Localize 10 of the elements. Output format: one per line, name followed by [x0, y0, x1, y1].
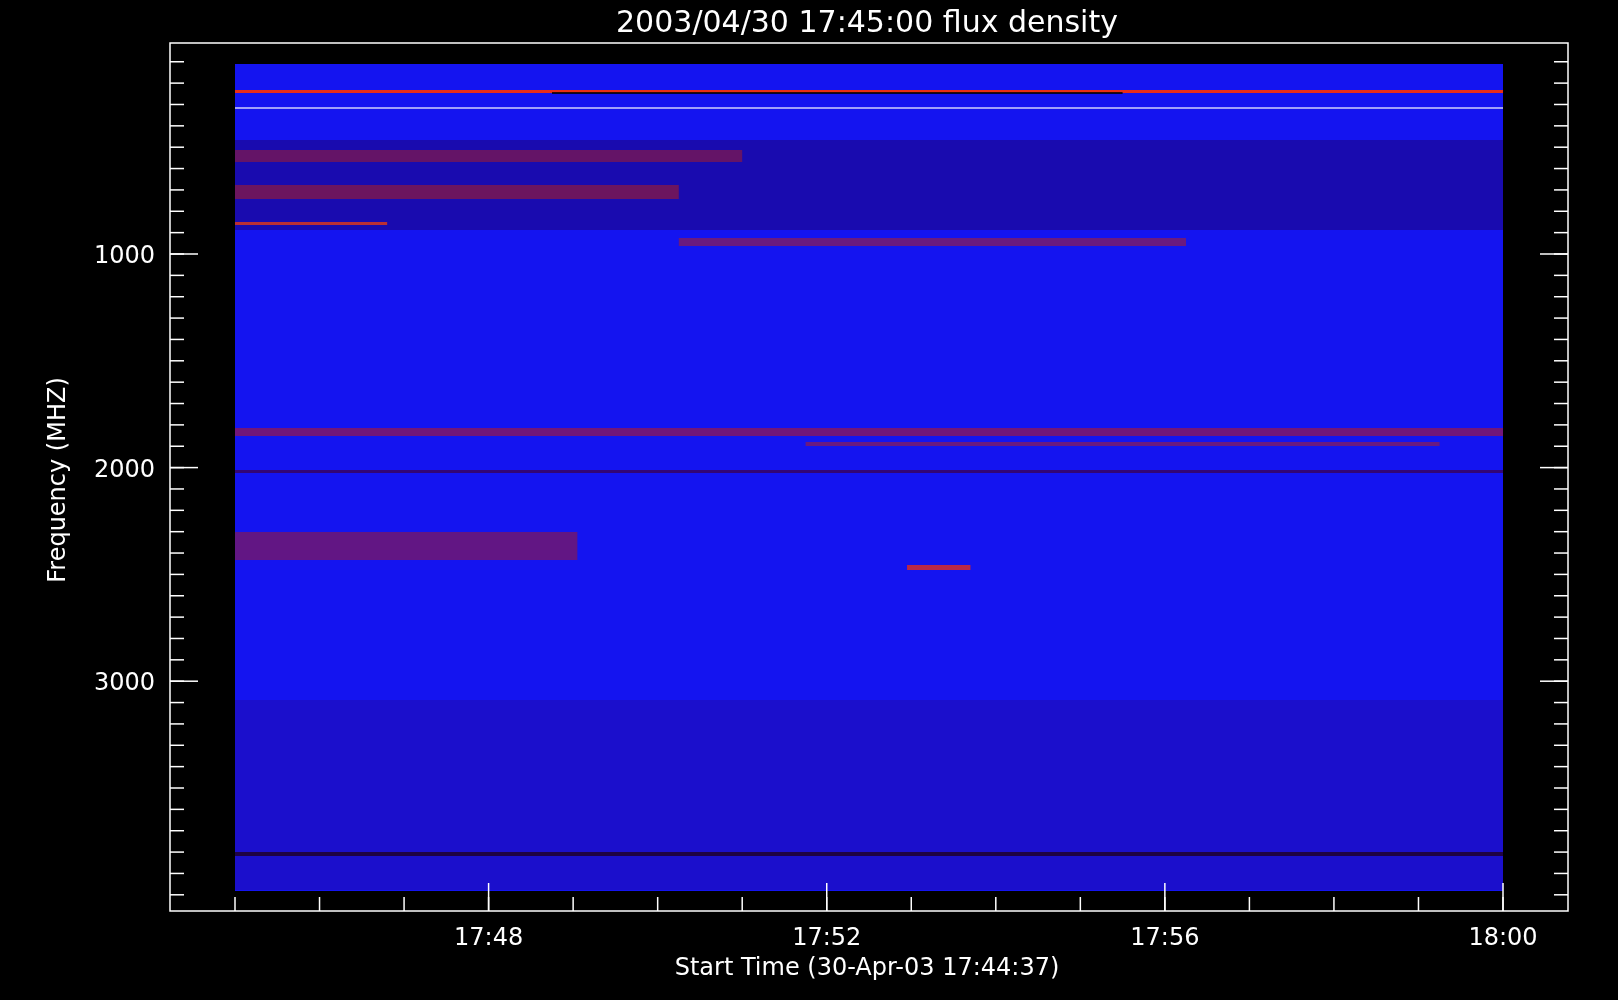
- x-axis-label: Start Time (30-Apr-03 17:44:37): [674, 953, 1060, 981]
- x-tick-label: 18:00: [1468, 923, 1538, 951]
- x-tick-label: 17:56: [1130, 923, 1200, 951]
- y-tick-label: 2000: [93, 454, 155, 483]
- y-tick-label: 1000: [93, 241, 155, 269]
- chart-title: 2003/04/30 17:45:00 flux density: [616, 4, 1118, 39]
- x-tick-label: 17:48: [454, 923, 524, 951]
- y-tick-label: 3000: [93, 668, 155, 697]
- x-tick-label: 17:52: [792, 923, 862, 951]
- y-axis-label: Frequency (MHZ): [43, 377, 71, 583]
